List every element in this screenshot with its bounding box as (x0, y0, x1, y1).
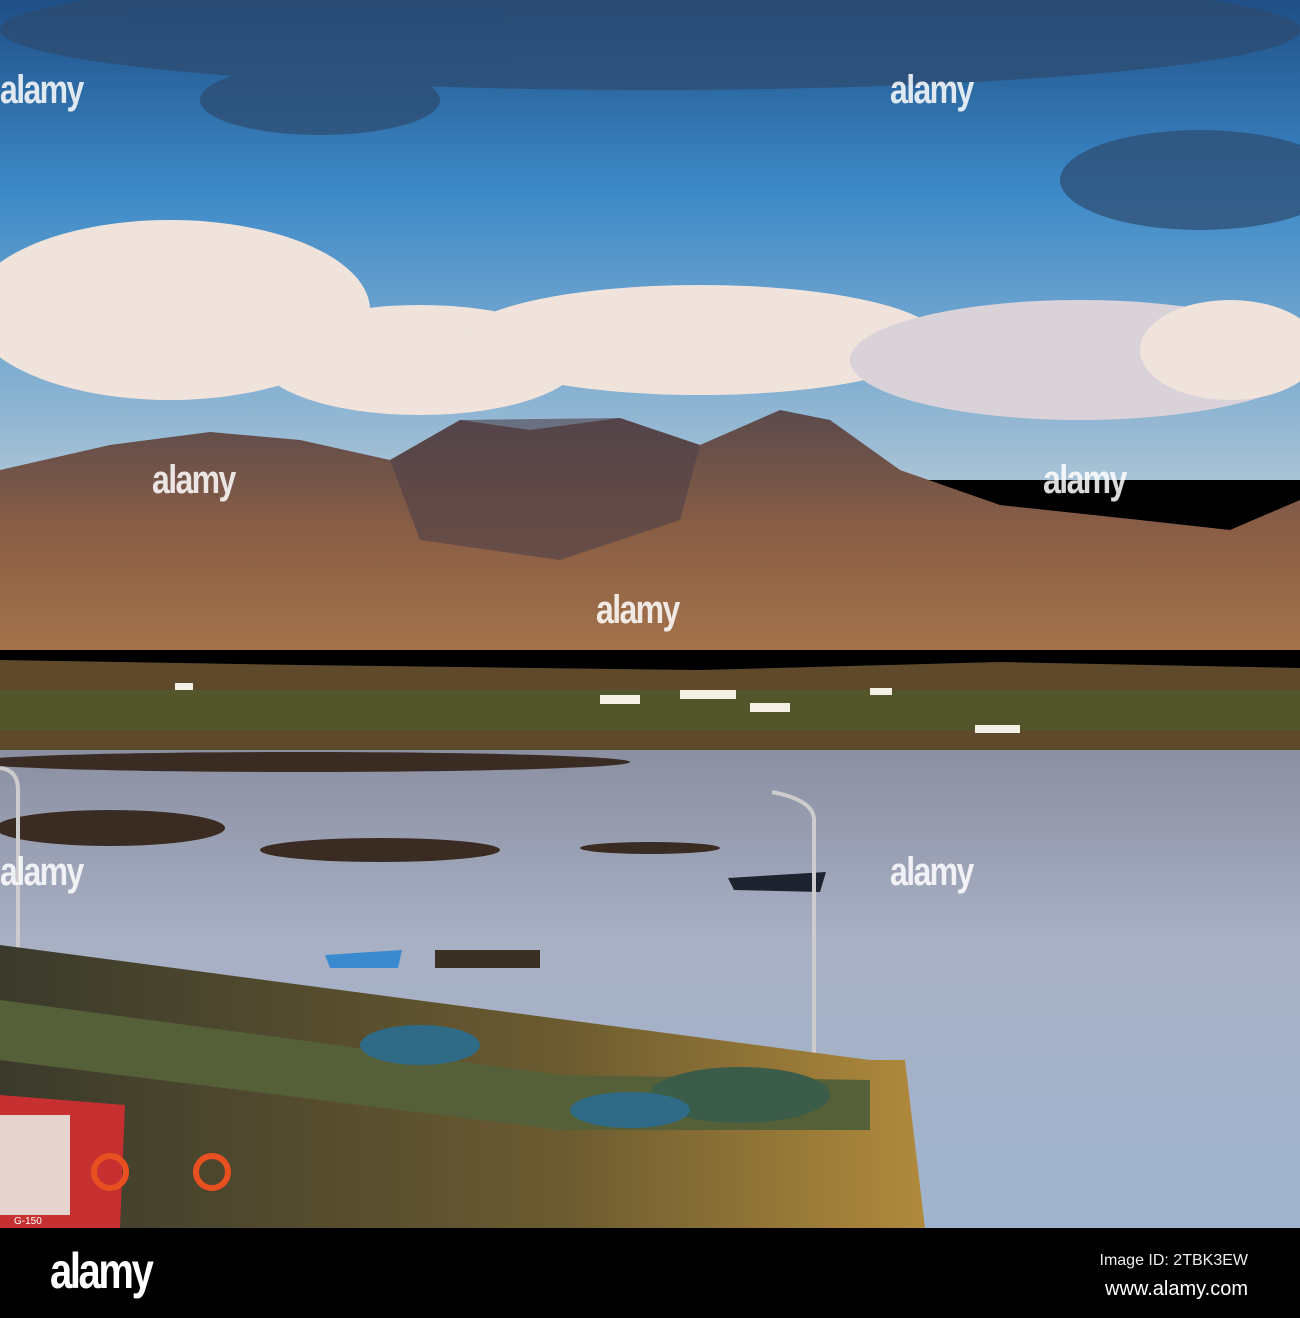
image-id: Image ID: 2TBK3EW (1099, 1252, 1249, 1269)
photo-stage: G-150 alamy alamy alamy alamy alamy alam… (0, 0, 1300, 1318)
watermark: alamy (596, 588, 680, 632)
site-url: www.alamy.com (1105, 1278, 1248, 1300)
alamy-logo: alamy (50, 1243, 154, 1299)
watermark: alamy (152, 458, 236, 502)
green-fields (0, 690, 1300, 730)
watermark: alamy (1043, 458, 1127, 502)
watermark: alamy (0, 850, 84, 894)
watermark: alamy (890, 68, 974, 112)
footer-bar: alamy Image ID: 2TBK3EW www.alamy.com (0, 1228, 1300, 1318)
boat-registration-label: G-150 (14, 1216, 42, 1227)
watermark: alamy (890, 850, 974, 894)
watermark: alamy (0, 68, 84, 112)
